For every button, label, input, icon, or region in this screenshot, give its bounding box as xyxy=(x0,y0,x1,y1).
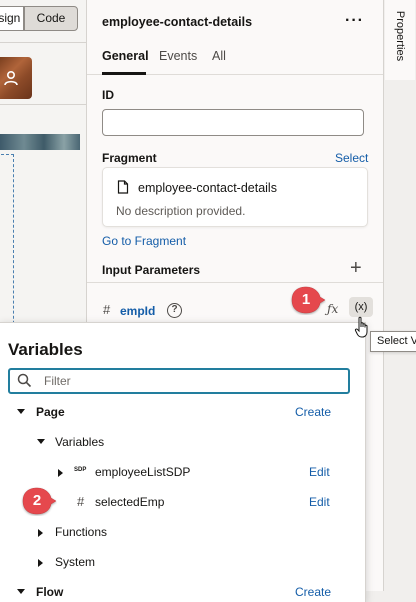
step-callout-badge: 2 xyxy=(19,486,57,516)
fragment-description: No description provided. xyxy=(116,204,246,218)
select-variable-button[interactable]: (x) xyxy=(349,297,373,317)
callout-number: 1 xyxy=(301,291,311,308)
panel-title: employee-contact-details xyxy=(102,15,253,29)
variables-popup: Variables Page Create Variables SDP empl… xyxy=(0,322,366,602)
filter-input[interactable] xyxy=(44,372,334,390)
number-type-icon: # xyxy=(103,302,111,317)
selected-emp-edit-link[interactable]: Edit xyxy=(309,495,330,509)
input-parameters-heading: Input Parameters xyxy=(102,263,201,277)
id-label: ID xyxy=(102,88,114,102)
properties-rail-tab[interactable]: Properties xyxy=(385,0,415,80)
divider xyxy=(87,282,383,283)
id-input[interactable] xyxy=(102,109,364,136)
fragment-label: Fragment xyxy=(102,151,157,165)
tree-node-flow[interactable]: Flow xyxy=(36,585,63,599)
filter-field[interactable] xyxy=(8,368,350,394)
expand-chevron-down-icon[interactable] xyxy=(37,439,45,444)
file-icon xyxy=(117,180,129,194)
tab-general[interactable]: General xyxy=(102,49,149,63)
fragment-name: employee-contact-details xyxy=(138,181,277,195)
expand-chevron-right-icon[interactable] xyxy=(38,529,43,537)
avatar-component[interactable] xyxy=(0,57,32,99)
design-toggle-button[interactable]: Design xyxy=(0,6,24,31)
popup-title: Variables xyxy=(8,340,83,359)
properties-rail-label: Properties xyxy=(394,10,407,62)
expand-chevron-right-icon[interactable] xyxy=(58,469,63,477)
sdp-type-icon: SDP xyxy=(74,467,87,473)
number-type-icon: # xyxy=(77,494,85,509)
hand-cursor-icon xyxy=(354,316,368,338)
callout-number: 2 xyxy=(32,492,42,509)
image-component[interactable] xyxy=(0,134,80,150)
expression-icon[interactable]: ƒx xyxy=(327,302,338,316)
go-to-fragment-link[interactable]: Go to Fragment xyxy=(102,234,186,248)
expand-chevron-right-icon[interactable] xyxy=(38,559,43,567)
tree-node-page[interactable]: Page xyxy=(36,405,65,419)
tree-node-system[interactable]: System xyxy=(55,555,95,569)
page-create-link[interactable]: Create xyxy=(295,405,331,419)
expand-chevron-down-icon[interactable] xyxy=(17,589,25,594)
tree-node-functions[interactable]: Functions xyxy=(55,525,107,539)
tooltip: Select V xyxy=(370,331,416,352)
selected-tab-indicator xyxy=(102,72,146,75)
code-toggle-button[interactable]: Code xyxy=(24,6,78,31)
tree-node-selected-emp[interactable]: selectedEmp xyxy=(95,495,164,509)
tab-events[interactable]: Events xyxy=(159,49,197,63)
fragment-card[interactable]: employee-contact-details No description … xyxy=(102,167,368,227)
divider xyxy=(0,42,87,43)
selected-fragment-outline[interactable] xyxy=(0,154,14,344)
help-icon[interactable]: ? xyxy=(167,303,182,318)
tab-all[interactable]: All xyxy=(212,49,226,63)
expand-chevron-down-icon[interactable] xyxy=(17,409,25,414)
tree-node-variables[interactable]: Variables xyxy=(55,435,104,449)
fragment-select-link[interactable]: Select xyxy=(335,151,368,165)
more-horizontal-icon[interactable]: ··· xyxy=(345,12,364,30)
add-icon[interactable]: + xyxy=(350,257,362,280)
tree-node-employee-list-sdp[interactable]: employeeListSDP xyxy=(95,465,190,479)
side-rail: Properties xyxy=(383,0,416,591)
user-icon xyxy=(4,70,18,86)
param-name-link[interactable]: empId xyxy=(120,304,155,318)
divider xyxy=(0,104,87,105)
employee-list-sdp-edit-link[interactable]: Edit xyxy=(309,465,330,479)
search-icon xyxy=(17,373,32,388)
step-callout-badge: 1 xyxy=(288,285,326,315)
flow-create-link[interactable]: Create xyxy=(295,585,331,599)
